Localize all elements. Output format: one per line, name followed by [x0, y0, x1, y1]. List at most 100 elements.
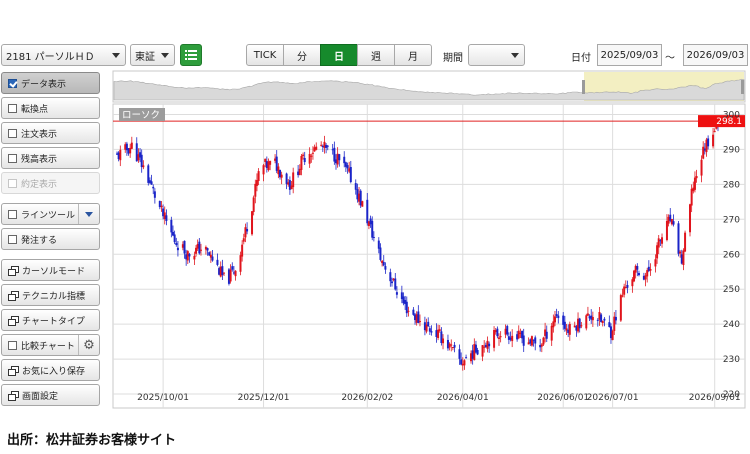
candle-body [428, 328, 431, 332]
candle-body [354, 183, 357, 190]
candle-body [183, 240, 186, 254]
candle-body [349, 167, 352, 183]
y-tick-label: 290 [723, 145, 740, 155]
candle-body [476, 350, 479, 355]
candle-body [173, 234, 176, 243]
y-tick-label: 240 [723, 320, 740, 330]
candle-body [195, 247, 198, 254]
candle-body [578, 318, 581, 329]
candle-body [553, 316, 556, 323]
candle-body [626, 285, 629, 288]
navigator-handle-right[interactable] [741, 80, 744, 94]
candle-body [346, 165, 349, 169]
candle-body [438, 329, 441, 331]
candle-body [234, 270, 237, 277]
candle-body [231, 266, 234, 270]
candle-body [394, 278, 397, 290]
y-tick-label: 280 [723, 180, 740, 190]
candle-body [361, 201, 364, 207]
candle-body [377, 240, 380, 249]
x-tick-label: 2026/09/01 [689, 393, 741, 403]
candle-body [437, 329, 440, 339]
candle-body [326, 145, 329, 147]
candle-body [557, 315, 560, 319]
candle-body [311, 152, 314, 154]
candle-body [522, 335, 525, 346]
candle-body [193, 255, 196, 260]
candle-body [310, 155, 313, 157]
candle-body [713, 131, 716, 133]
price-chart[interactable]: 298.1 ローソク 220230240250260270280290300 2… [0, 0, 750, 420]
candle-body [693, 177, 696, 190]
candle-body [450, 344, 453, 346]
candle-body [677, 223, 680, 254]
candle-body [665, 220, 668, 241]
candle-body [545, 331, 548, 339]
candle-body [244, 227, 247, 238]
candle-body [303, 158, 306, 163]
candle-body [621, 295, 624, 297]
candle-body [382, 261, 385, 266]
candle-body [637, 273, 640, 276]
candle-body [152, 186, 155, 189]
candle-body [371, 220, 374, 238]
candle-body [682, 250, 685, 266]
candle-body [506, 326, 509, 335]
candle-body [150, 181, 153, 185]
candle-body [242, 238, 245, 242]
candle-body [712, 134, 715, 147]
candle-body [586, 313, 589, 316]
candle-body [257, 171, 260, 182]
candle-body [580, 325, 583, 327]
candle-body [493, 329, 496, 348]
candle-body [603, 318, 606, 321]
candle-body [315, 146, 318, 150]
candle-body [463, 360, 466, 366]
navigator-handle-left[interactable] [582, 80, 585, 94]
candle-body [498, 337, 501, 339]
candle-body [130, 142, 133, 149]
candle-body [684, 232, 687, 252]
x-tick-label: 2025/12/01 [238, 393, 290, 403]
y-tick-label: 300 [723, 110, 740, 120]
candle-body [165, 215, 168, 221]
candle-body [320, 144, 323, 146]
candle-body [389, 272, 392, 282]
candle-body [657, 238, 660, 248]
chart-type-label: ローソク [122, 110, 160, 121]
x-tick-label: 2026/04/01 [437, 393, 489, 403]
candle-body [216, 259, 219, 265]
candle-body [465, 357, 468, 359]
candle-body [390, 281, 393, 284]
candle-body [442, 338, 445, 344]
candle-body [384, 266, 387, 270]
candle-body [199, 249, 202, 251]
candle-body [517, 330, 520, 339]
candle-body [407, 310, 410, 312]
candle-body [175, 242, 178, 246]
candle-body [269, 160, 272, 165]
candle-body [611, 330, 614, 341]
candle-body [366, 199, 369, 224]
y-tick-label: 230 [723, 355, 740, 365]
source-caption: 出所：松井証券お客様サイト [7, 433, 177, 448]
candle-body [246, 228, 249, 232]
candle-body [646, 270, 649, 277]
candle-body [619, 295, 622, 321]
candle-body [308, 153, 311, 164]
candle-body [530, 336, 533, 346]
candle-body [700, 159, 703, 176]
candle-body [170, 219, 173, 233]
candle-body [430, 331, 433, 333]
candle-body [707, 138, 710, 147]
candle-body [395, 292, 398, 295]
candle-body [591, 317, 594, 321]
candle-body [689, 204, 692, 233]
candle-body [176, 247, 179, 251]
y-axis: 220230240250260270280290300 [723, 110, 740, 400]
candle-body [211, 256, 214, 261]
y-tick-label: 250 [723, 285, 740, 295]
x-tick-label: 2026/02/02 [341, 393, 393, 403]
y-tick-label: 260 [723, 250, 740, 260]
candle-body [379, 247, 382, 260]
